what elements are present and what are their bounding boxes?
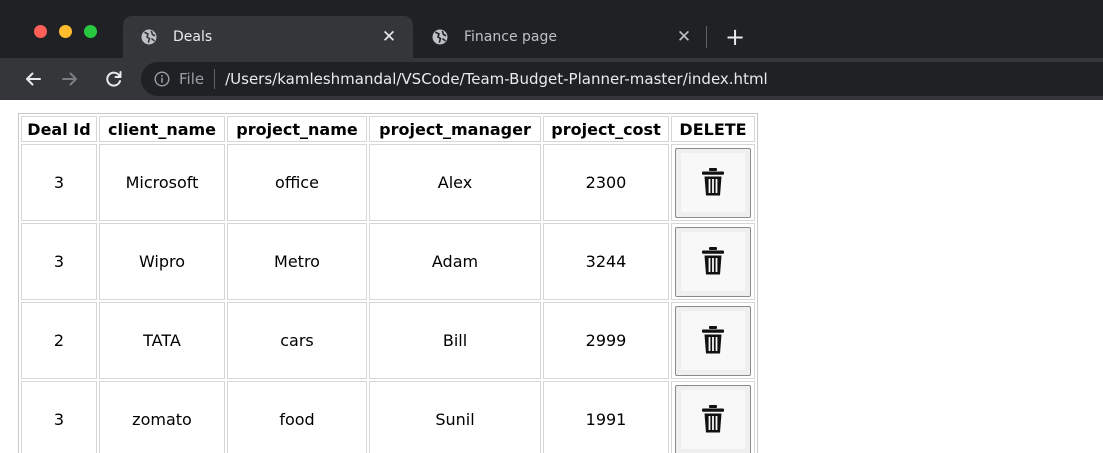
address-scheme-label: File — [179, 70, 205, 88]
cell-client-name: TATA — [99, 302, 225, 379]
window-close-button[interactable] — [34, 25, 47, 38]
cell-project-manager: Alex — [369, 144, 541, 221]
close-icon[interactable]: ✕ — [379, 27, 399, 47]
tab-separator — [706, 26, 707, 48]
arrow-right-icon[interactable] — [60, 69, 80, 89]
delete-button[interactable] — [675, 226, 751, 297]
header-deal-id: Deal Id — [21, 116, 97, 142]
cell-deal-id: 2 — [21, 302, 97, 379]
window-maximize-button[interactable] — [84, 25, 97, 38]
cell-project-manager: Adam — [369, 223, 541, 300]
cell-project-cost: 2999 — [543, 302, 669, 379]
trash-icon — [702, 247, 724, 275]
address-bar[interactable]: File /Users/kamleshmandal/VSCode/Team-Bu… — [141, 62, 1103, 96]
window-minimize-button[interactable] — [59, 25, 72, 38]
cell-project-name: office — [227, 144, 367, 221]
header-delete: DELETE — [671, 116, 755, 142]
cell-client-name: Microsoft — [99, 144, 225, 221]
address-separator — [214, 69, 216, 89]
new-tab-button[interactable]: + — [723, 22, 747, 52]
cell-delete — [671, 223, 755, 300]
reload-icon[interactable] — [104, 69, 124, 89]
page-content: Deal Id client_name project_name project… — [0, 100, 1103, 453]
deals-table: Deal Id client_name project_name project… — [18, 113, 758, 453]
cell-project-name: food — [227, 381, 367, 453]
delete-button[interactable] — [675, 147, 751, 218]
cell-deal-id: 3 — [21, 144, 97, 221]
delete-button-face — [681, 310, 745, 370]
cell-delete — [671, 144, 755, 221]
cell-client-name: Wipro — [99, 223, 225, 300]
table-row: 3 Wipro Metro Adam 3244 — [21, 223, 755, 300]
browser-toolbar: File /Users/kamleshmandal/VSCode/Team-Bu… — [0, 58, 1103, 100]
delete-button[interactable] — [675, 305, 751, 376]
cell-project-cost: 1991 — [543, 381, 669, 453]
cell-project-manager: Sunil — [369, 381, 541, 453]
table-header-row: Deal Id client_name project_name project… — [21, 116, 755, 142]
trash-icon — [702, 168, 724, 196]
tab-deals[interactable]: Deals ✕ — [123, 16, 413, 58]
globe-icon — [432, 29, 448, 45]
table-row: 3 zomato food Sunil 1991 — [21, 381, 755, 453]
delete-button[interactable] — [675, 384, 751, 453]
close-icon[interactable]: ✕ — [674, 27, 694, 47]
tab-title: Deals — [173, 29, 213, 45]
cell-project-manager: Bill — [369, 302, 541, 379]
header-project-name: project_name — [227, 116, 367, 142]
cell-deal-id: 3 — [21, 223, 97, 300]
arrow-left-icon[interactable] — [23, 69, 43, 89]
info-icon[interactable] — [154, 71, 170, 87]
delete-button-face — [681, 152, 745, 212]
delete-button-face — [681, 389, 745, 449]
table-row: 3 Microsoft office Alex 2300 — [21, 144, 755, 221]
cell-project-cost: 3244 — [543, 223, 669, 300]
cell-project-cost: 2300 — [543, 144, 669, 221]
header-client-name: client_name — [99, 116, 225, 142]
delete-button-face — [681, 231, 745, 291]
address-url[interactable]: /Users/kamleshmandal/VSCode/Team-Budget-… — [225, 70, 768, 88]
cell-client-name: zomato — [99, 381, 225, 453]
cell-delete — [671, 302, 755, 379]
cell-delete — [671, 381, 755, 453]
cell-project-name: cars — [227, 302, 367, 379]
header-project-cost: project_cost — [543, 116, 669, 142]
globe-icon — [141, 29, 157, 45]
cell-project-name: Metro — [227, 223, 367, 300]
cell-deal-id: 3 — [21, 381, 97, 453]
tab-finance-page[interactable]: Finance page ✕ — [420, 16, 706, 58]
browser-titlebar: Deals ✕ Finance page ✕ + — [0, 0, 1103, 58]
tab-title: Finance page — [464, 29, 557, 45]
table-row: 2 TATA cars Bill 2999 — [21, 302, 755, 379]
trash-icon — [702, 405, 724, 433]
trash-icon — [702, 326, 724, 354]
header-project-manager: project_manager — [369, 116, 541, 142]
